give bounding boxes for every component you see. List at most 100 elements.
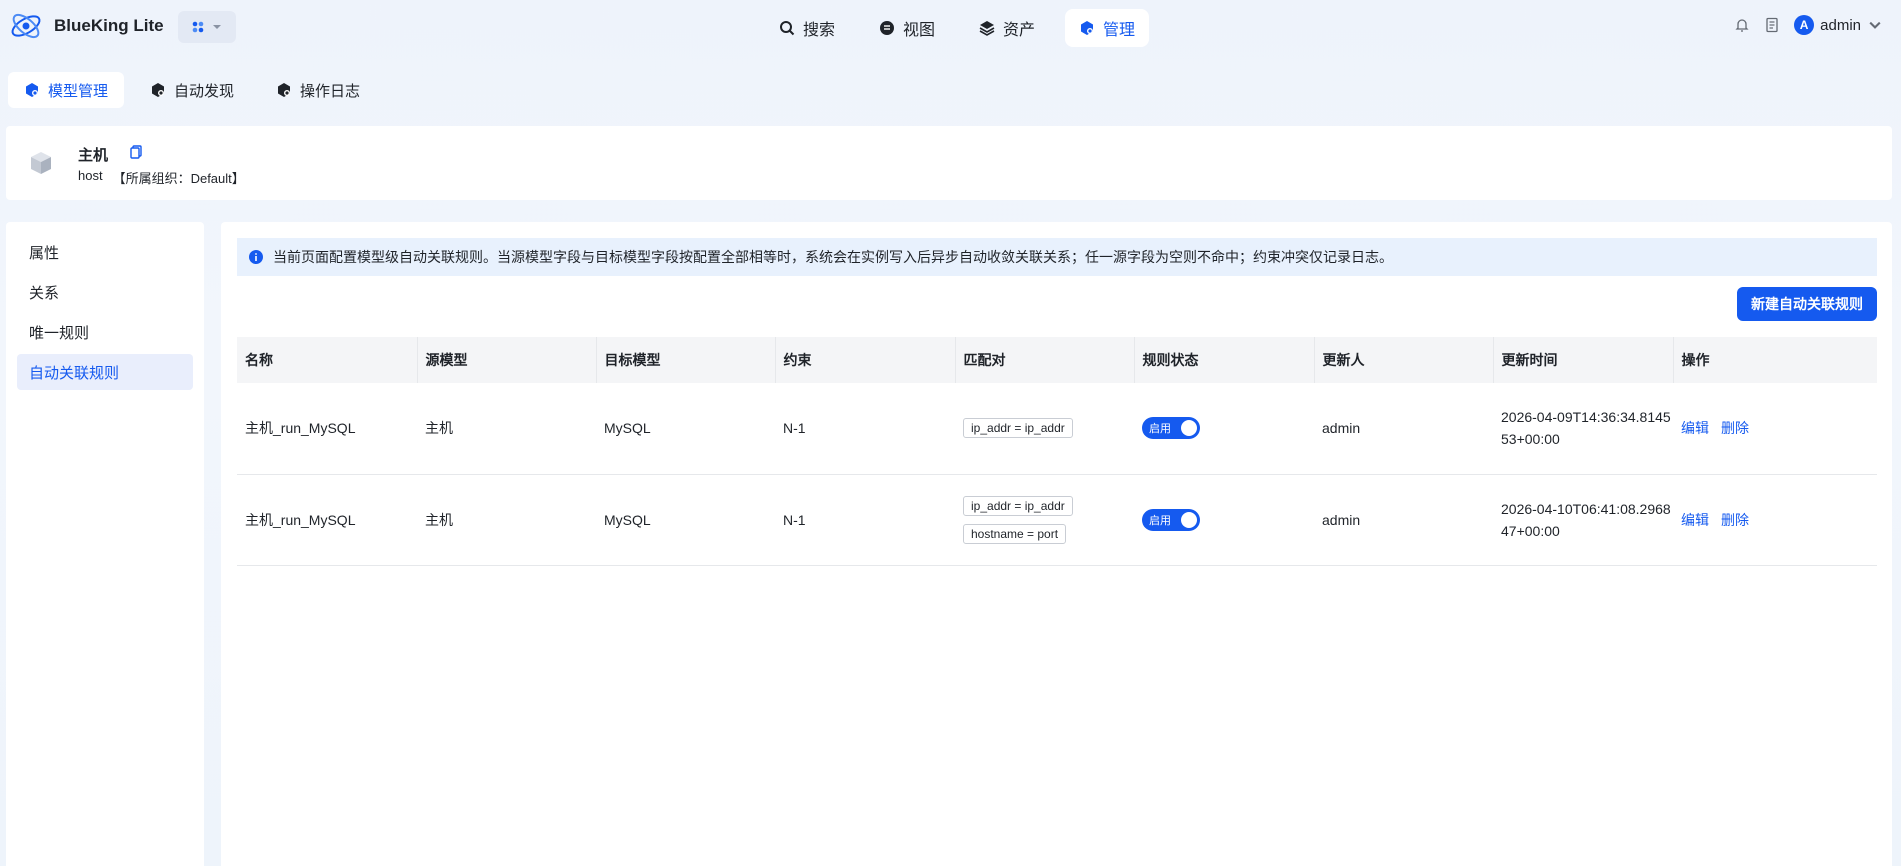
left-item-unique-rules[interactable]: 唯一规则 xyxy=(17,314,193,350)
search-icon xyxy=(780,21,795,36)
cell-constraint: N-1 xyxy=(775,383,955,475)
col-header-actions: 操作 xyxy=(1673,337,1877,383)
avatar: A xyxy=(1794,15,1815,35)
toggle-label: 启用 xyxy=(1149,423,1171,436)
top-right-tools: A admin xyxy=(1734,15,1883,35)
cell-name: 主机_run_MySQL xyxy=(237,383,417,475)
app-logo[interactable]: BlueKing Lite xyxy=(8,8,164,44)
nav-manage[interactable]: 管理 xyxy=(1065,9,1150,47)
table-header-row: 名称 源模型 目标模型 约束 匹配对 规则状态 更新人 更新时间 操作 xyxy=(237,337,1877,383)
model-title: 主机 xyxy=(78,147,109,164)
cell-name: 主机_run_MySQL xyxy=(237,474,417,566)
nav-label: 搜索 xyxy=(803,22,836,39)
edit-link[interactable]: 编辑 xyxy=(1681,420,1709,436)
layers-icon xyxy=(979,21,995,36)
col-header-status: 规则状态 xyxy=(1134,337,1315,383)
toggle-knob xyxy=(1181,420,1197,437)
toggle-knob xyxy=(1181,511,1197,528)
cell-constraint: N-1 xyxy=(775,474,955,566)
toggle-label: 启用 xyxy=(1149,514,1171,527)
view-icon xyxy=(880,21,895,35)
main-panel: 当前页面配置模型级自动关联规则。当源模型字段与目标模型字段按配置全部相等时，系统… xyxy=(221,222,1892,866)
cell-updated: 2026-04-10T06:41:08.296847+00:00 xyxy=(1493,474,1673,566)
delete-link[interactable]: 删除 xyxy=(1721,420,1749,436)
updated-time: 2026-04-09T14:36:34.814553+00:00 xyxy=(1501,409,1671,448)
info-icon xyxy=(249,250,263,264)
col-header-name: 名称 xyxy=(237,337,418,383)
sub-tabs: 模型管理 自动发现 操作日志 xyxy=(8,72,376,108)
app-name: BlueKing Lite xyxy=(54,16,164,35)
col-header-target: 目标模型 xyxy=(596,337,776,383)
col-header-source: 源模型 xyxy=(417,337,597,383)
document-icon[interactable] xyxy=(1764,17,1780,33)
cell-source: 主机 xyxy=(417,383,596,475)
left-menu: 属性 关系 唯一规则 自动关联规则 xyxy=(6,222,204,866)
apps-icon xyxy=(192,21,204,33)
bell-icon[interactable] xyxy=(1734,17,1750,33)
cell-pairs: ip_addr = ip_addr xyxy=(955,383,1134,475)
user-name: admin xyxy=(1820,16,1861,34)
cell-actions: 编辑 删除 xyxy=(1673,474,1877,566)
app-switcher[interactable] xyxy=(178,11,236,43)
model-icon xyxy=(26,83,38,97)
tab-label: 模型管理 xyxy=(48,82,109,100)
log-icon xyxy=(278,83,291,97)
nav-label: 资产 xyxy=(1003,22,1036,39)
cell-actions: 编辑 删除 xyxy=(1673,383,1877,475)
cell-updated: 2026-04-09T14:36:34.814553+00:00 xyxy=(1493,383,1673,475)
info-notice: 当前页面配置模型级自动关联规则。当源模型字段与目标模型字段按配置全部相等时，系统… xyxy=(237,238,1877,276)
col-header-updated: 更新时间 xyxy=(1493,337,1674,383)
table-row: 主机_run_MySQL 主机 MySQL N-1 ip_addr = ip_a… xyxy=(237,383,1877,475)
col-header-constraint: 约束 xyxy=(775,337,956,383)
model-header-card: 主机 host 【所属组织：Default】 xyxy=(6,126,1892,200)
copy-icon[interactable] xyxy=(128,144,144,160)
tab-label: 操作日志 xyxy=(300,82,361,100)
create-auto-relation-rule-button[interactable]: 新建自动关联规则 xyxy=(1737,287,1877,321)
status-toggle[interactable]: 启用 xyxy=(1142,508,1200,531)
model-id: host xyxy=(78,168,103,183)
delete-link[interactable]: 删除 xyxy=(1721,512,1749,528)
match-pair-tag: hostname = port xyxy=(963,523,1067,544)
cell-pairs: ip_addr = ip_addr hostname = port xyxy=(955,474,1134,566)
tab-operation-log[interactable]: 操作日志 xyxy=(260,72,376,108)
blueking-logo-icon xyxy=(11,13,41,39)
left-item-auto-relation-rules[interactable]: 自动关联规则 xyxy=(17,354,193,390)
top-bar: BlueKing Lite 搜索 视图 资产 管理 A admin xyxy=(0,0,1901,54)
discovery-icon xyxy=(152,83,165,97)
match-pair-tag: ip_addr = ip_addr xyxy=(963,495,1073,516)
model-meta: host 【所属组织：Default】 xyxy=(78,168,245,187)
left-item-attributes[interactable]: 属性 xyxy=(17,234,193,270)
updated-time: 2026-04-10T06:41:08.296847+00:00 xyxy=(1501,500,1671,539)
cell-target: MySQL xyxy=(596,383,775,475)
nav-search[interactable]: 搜索 xyxy=(765,9,849,47)
edit-link[interactable]: 编辑 xyxy=(1681,512,1709,528)
cube-icon xyxy=(31,152,51,174)
chevron-down-icon xyxy=(1869,21,1881,29)
cell-target: MySQL xyxy=(596,474,775,566)
tab-model-management[interactable]: 模型管理 xyxy=(8,72,125,108)
nav-view[interactable]: 视图 xyxy=(865,9,949,47)
cell-status: 启用 xyxy=(1134,474,1314,566)
cell-status: 启用 xyxy=(1134,383,1314,475)
tab-label: 自动发现 xyxy=(174,82,235,100)
manage-icon xyxy=(1081,21,1094,35)
rules-table: 名称 源模型 目标模型 约束 匹配对 规则状态 更新人 更新时间 操作 主机_r… xyxy=(237,337,1877,566)
notice-text: 当前页面配置模型级自动关联规则。当源模型字段与目标模型字段按配置全部相等时，系统… xyxy=(273,249,1393,265)
left-item-relations[interactable]: 关系 xyxy=(17,274,193,310)
cell-source: 主机 xyxy=(417,474,596,566)
cell-updater: admin xyxy=(1314,383,1493,475)
user-menu[interactable]: A admin xyxy=(1794,15,1883,35)
nav-assets[interactable]: 资产 xyxy=(965,9,1049,47)
caret-down-icon xyxy=(213,25,221,29)
model-org: 【所属组织：Default】 xyxy=(112,171,245,186)
tab-auto-discovery[interactable]: 自动发现 xyxy=(134,72,250,108)
col-header-updater: 更新人 xyxy=(1314,337,1494,383)
nav-label: 视图 xyxy=(903,22,936,39)
main-nav: 搜索 视图 资产 管理 xyxy=(765,9,1150,47)
status-toggle[interactable]: 启用 xyxy=(1142,417,1200,440)
table-row: 主机_run_MySQL 主机 MySQL N-1 ip_addr = ip_a… xyxy=(237,474,1877,566)
col-header-pairs: 匹配对 xyxy=(955,337,1135,383)
nav-label: 管理 xyxy=(1103,22,1136,39)
cell-updater: admin xyxy=(1314,474,1493,566)
match-pair-tag: ip_addr = ip_addr xyxy=(963,418,1073,439)
